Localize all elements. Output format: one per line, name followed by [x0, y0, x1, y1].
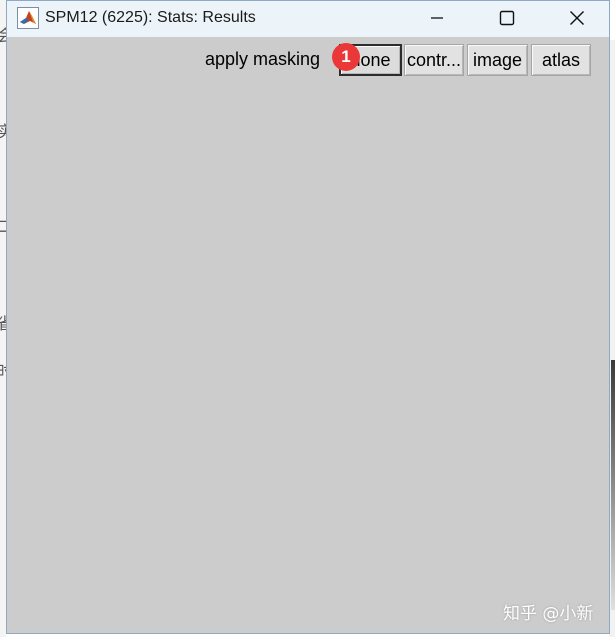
matlab-logo-icon: [17, 7, 39, 29]
watermark-text: 知乎 @小新: [503, 604, 594, 624]
minimize-icon: [431, 17, 443, 19]
close-button[interactable]: [559, 1, 595, 35]
close-icon: [570, 11, 584, 25]
minimize-button[interactable]: [419, 1, 455, 35]
mask-contrast-button[interactable]: contr...: [404, 44, 464, 76]
step-badge: 1: [332, 43, 360, 71]
spm-results-window: SPM12 (6225): Stats: Results apply maski…: [6, 0, 610, 634]
title-bar[interactable]: SPM12 (6225): Stats: Results: [7, 1, 609, 37]
mask-atlas-button[interactable]: atlas: [531, 44, 591, 76]
maximize-icon: [499, 10, 515, 26]
maximize-button[interactable]: [489, 1, 525, 35]
apply-masking-label: apply masking: [205, 49, 321, 69]
window-title: SPM12 (6225): Stats: Results: [45, 9, 256, 26]
background-right-image: [611, 360, 615, 610]
mask-image-button[interactable]: image: [467, 44, 528, 76]
